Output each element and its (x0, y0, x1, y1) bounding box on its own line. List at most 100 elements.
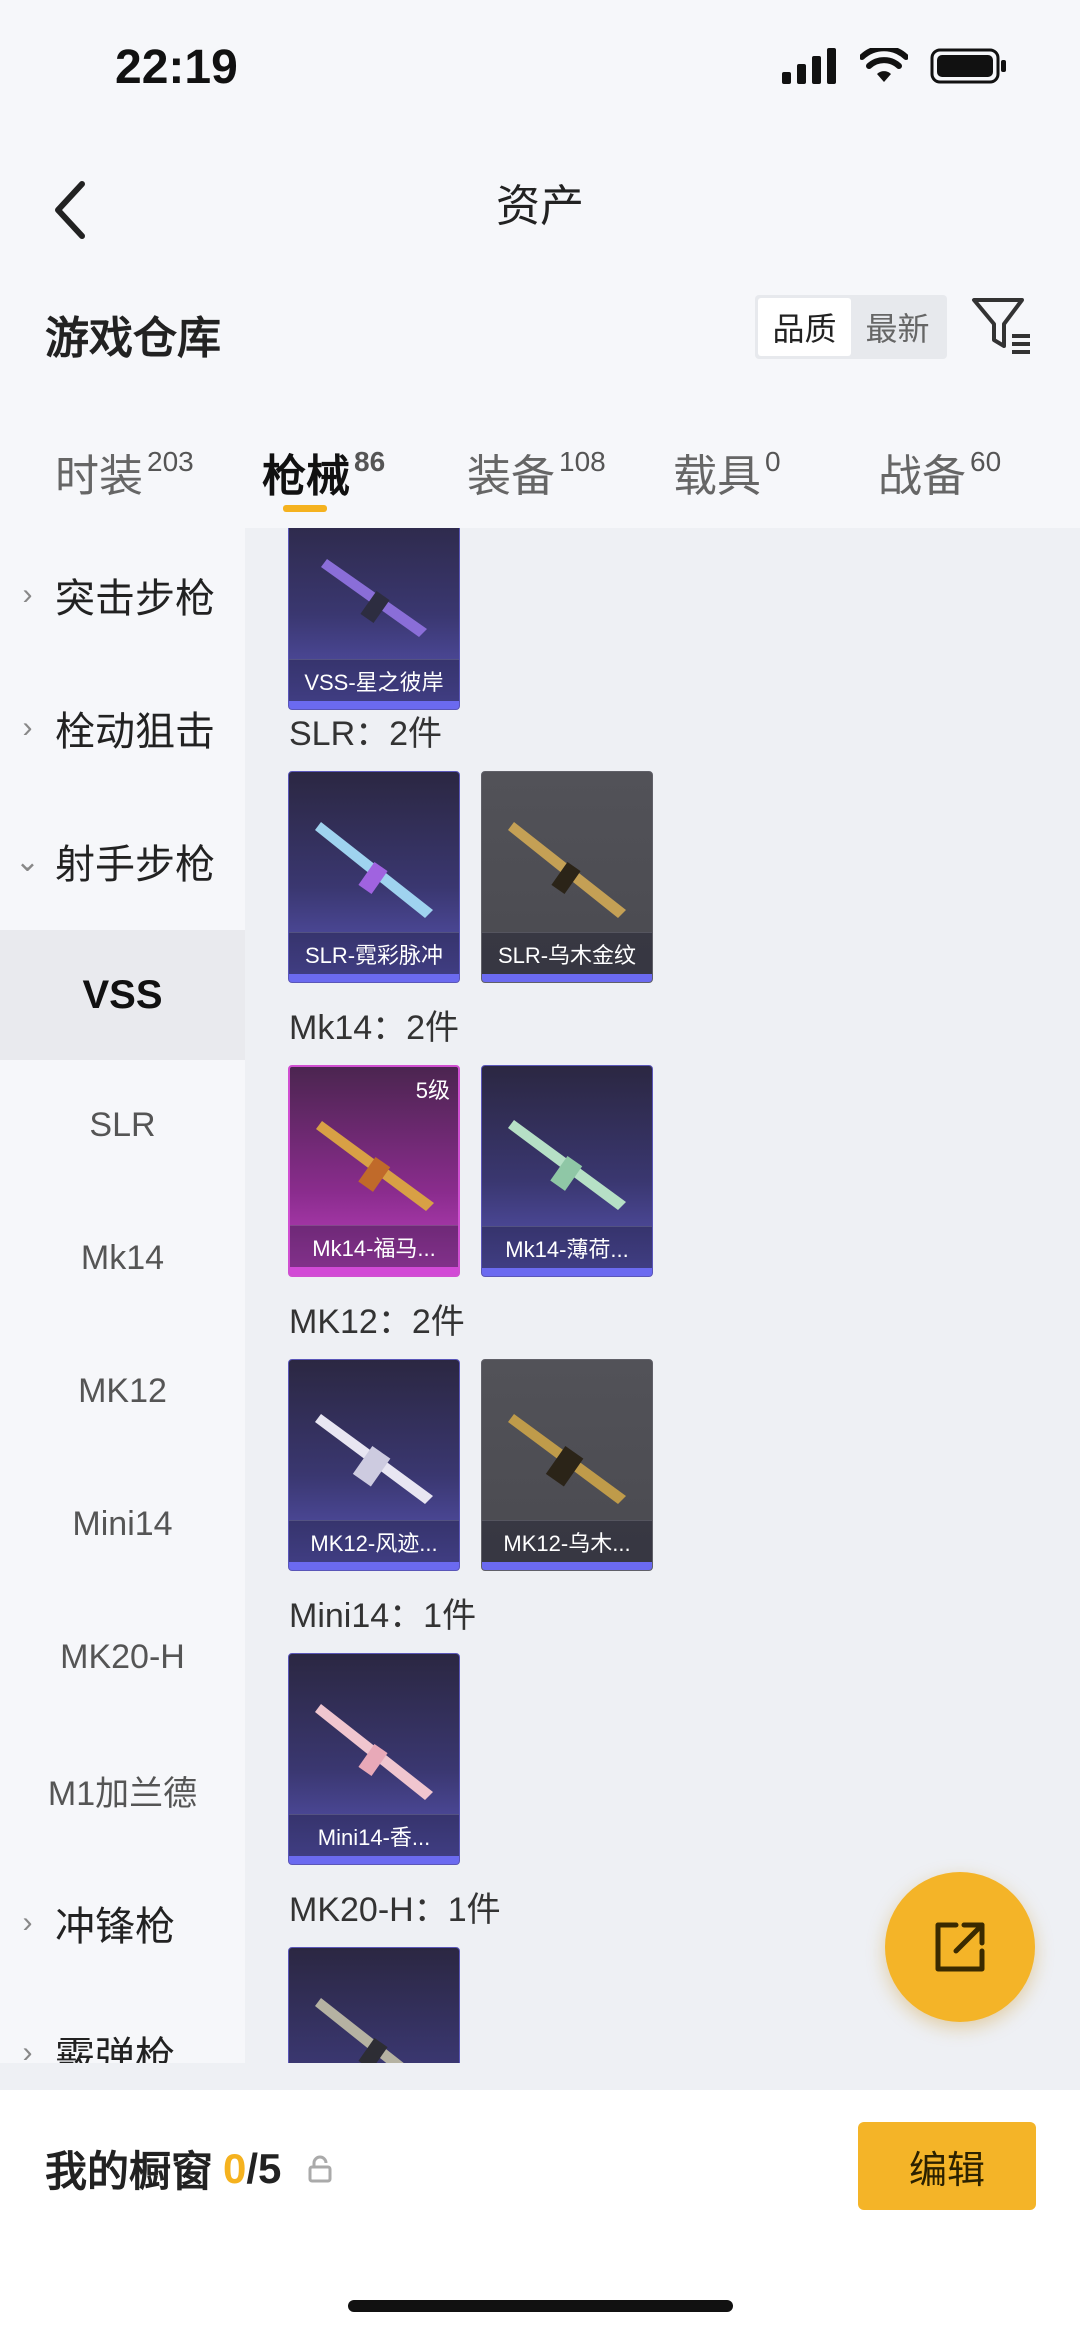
sidebar-item-label: 射手步枪 (55, 843, 215, 887)
chevron-right-icon: › (22, 1906, 33, 1939)
category-tabs: 时装 203 枪械 86 装备 108 载具 0 战备 60 (0, 410, 1080, 528)
active-tab-indicator (283, 505, 327, 512)
filter-icon[interactable] (970, 294, 1034, 358)
status-icons (782, 48, 1008, 84)
tab-fashion[interactable]: 时装 203 (55, 440, 194, 504)
weapon-card-vss[interactable]: VSS-星之彼岸 (288, 528, 460, 710)
tab-count: 0 (765, 446, 781, 478)
weapon-type-sidebar: › 突击步枪 › 栓动狙击 ⌄ 射手步枪 VSS SLR Mk14 MK12 M… (0, 528, 245, 2063)
signal-icon (782, 48, 836, 84)
warehouse-title: 游戏仓库 (45, 314, 221, 363)
battery-icon (930, 48, 1006, 84)
rifle-icon (508, 1120, 626, 1210)
sidebar-sub-slr[interactable]: SLR (0, 1060, 245, 1190)
group-label-mk14: Mk14：2件 (289, 1009, 460, 1047)
rarity-bar (482, 1268, 652, 1276)
weapon-card-slr-1[interactable]: SLR-霓彩脉冲 (288, 771, 460, 983)
weapon-card-mk14-1[interactable]: 5级 Mk14-福马... (288, 1065, 460, 1277)
tab-firearms[interactable]: 枪械 86 (262, 440, 385, 504)
wifi-icon (860, 48, 908, 82)
chevron-down-icon: ⌄ (14, 844, 41, 878)
group-label-mk12: MK12：2件 (289, 1303, 465, 1341)
nav-bar: 资产 (0, 140, 1080, 280)
weapon-card-mk12-1[interactable]: MK12-风迹... (288, 1359, 460, 1571)
share-button[interactable] (885, 1872, 1035, 2022)
tab-label: 时装 (55, 452, 143, 501)
rifle-icon (321, 559, 427, 637)
tab-vehicles[interactable]: 载具 0 (673, 440, 781, 504)
rifle-icon (508, 822, 626, 918)
tab-label: 载具 (673, 452, 761, 501)
sidebar-item-label: 栓动狙击 (55, 710, 215, 754)
tab-label: 枪械 (262, 452, 350, 501)
sidebar-sub-vss[interactable]: VSS (0, 930, 245, 1060)
rarity-bar (482, 1562, 652, 1570)
weapon-card-mini14-1[interactable]: Mini14-香... (288, 1653, 460, 1865)
edit-button[interactable]: 编辑 (858, 2122, 1036, 2210)
weapon-name: VSS-星之彼岸 (289, 659, 459, 701)
rarity-bar (289, 974, 459, 982)
share-icon (935, 1922, 985, 1972)
tab-label: 装备 (467, 452, 555, 501)
rifle-icon (315, 1414, 433, 1504)
rarity-bar (289, 1562, 459, 1570)
tab-count: 108 (559, 446, 606, 478)
sidebar-item-shotgun[interactable]: › 霰弹枪 (0, 2008, 245, 2063)
sidebar-sub-mk20h[interactable]: MK20-H (0, 1592, 245, 1722)
rarity-bar (289, 1856, 459, 1864)
chevron-right-icon: › (22, 578, 33, 611)
weapon-name: SLR-乌木金纹 (482, 932, 652, 974)
rifle-icon (315, 822, 433, 918)
weapon-name: Mk14-薄荷... (482, 1226, 652, 1268)
rifle-icon (508, 1414, 626, 1504)
chevron-right-icon: › (22, 711, 33, 744)
sort-toggle: 品质 最新 (755, 295, 947, 359)
sidebar-item-label: 冲锋枪 (55, 1905, 175, 1949)
status-time: 22:19 (115, 41, 238, 94)
weapon-name: Mini14-香... (289, 1814, 459, 1856)
rifle-icon (315, 1998, 404, 2063)
rifle-icon (315, 1704, 433, 1800)
sidebar-item-bolt-sniper[interactable]: › 栓动狙击 (0, 683, 245, 773)
weapon-name: SLR-霓彩脉冲 (289, 932, 459, 974)
weapon-card-mk20h-1[interactable] (288, 1947, 460, 2063)
weapon-card-mk14-2[interactable]: Mk14-薄荷... (481, 1065, 653, 1277)
sidebar-item-label: 突击步枪 (55, 577, 215, 621)
showcase-label: 我的橱窗 0 /5 (45, 2138, 335, 2199)
sidebar-item-label: 霰弹枪 (55, 2035, 175, 2063)
group-label-mini14: Mini14：1件 (289, 1597, 477, 1635)
group-label-slr: SLR：2件 (289, 715, 443, 753)
sidebar-sub-mini14[interactable]: Mini14 (0, 1459, 245, 1589)
weapon-card-slr-2[interactable]: SLR-乌木金纹 (481, 771, 653, 983)
sort-latest-option[interactable]: 最新 (851, 298, 944, 356)
home-indicator (348, 2300, 733, 2312)
tab-count: 60 (970, 446, 1002, 478)
lock-icon (308, 2155, 332, 2182)
rifle-icon (316, 1121, 434, 1211)
tab-label: 战备 (878, 452, 966, 501)
tab-count: 86 (354, 446, 386, 478)
sort-quality-option[interactable]: 品质 (758, 298, 851, 356)
showcase-total: /5 (246, 2144, 282, 2192)
chevron-right-icon: › (22, 2036, 33, 2063)
page-title: 资产 (496, 182, 584, 231)
sidebar-item-assault-rifle[interactable]: › 突击步枪 (0, 550, 245, 640)
warehouse-header: 游戏仓库 品质 最新 (0, 280, 1080, 410)
tab-supplies[interactable]: 战备 60 (878, 440, 1001, 504)
weapon-card-mk12-2[interactable]: MK12-乌木... (481, 1359, 653, 1571)
showcase-count: 0 (223, 2144, 247, 2192)
group-label-mk20h: MK20-H：1件 (289, 1891, 501, 1929)
weapon-name: Mk14-福马... (290, 1225, 458, 1267)
sidebar-item-smg[interactable]: › 冲锋枪 (0, 1878, 245, 1968)
showcase-title: 我的橱窗 (45, 2148, 214, 2195)
sidebar-sub-mk12[interactable]: MK12 (0, 1326, 245, 1456)
rarity-bar (290, 1267, 458, 1275)
tab-count: 203 (147, 446, 194, 478)
weapon-name: MK12-乌木... (482, 1520, 652, 1562)
sidebar-sub-m1-garand[interactable]: M1加兰德 (0, 1725, 245, 1855)
tab-equipment[interactable]: 装备 108 (467, 440, 606, 504)
rarity-bar (482, 974, 652, 982)
sidebar-sub-mk14[interactable]: Mk14 (0, 1193, 245, 1323)
sidebar-item-marksman-rifle[interactable]: ⌄ 射手步枪 (0, 816, 245, 906)
weapon-name: MK12-风迹... (289, 1520, 459, 1562)
